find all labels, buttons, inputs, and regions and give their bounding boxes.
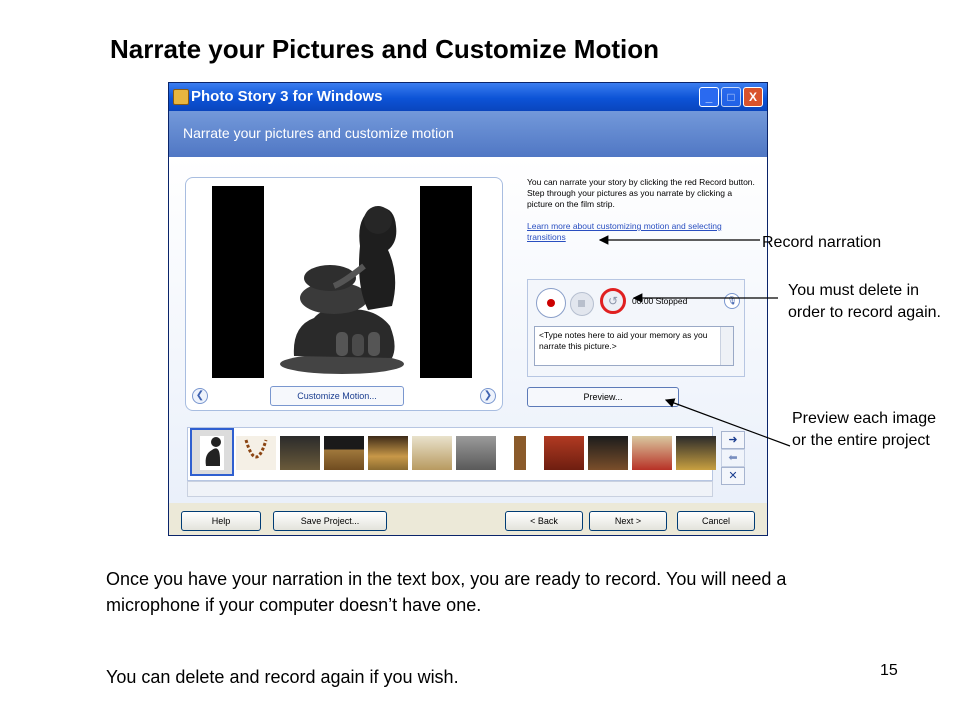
delete-annotation: You must delete in order to record again… [788, 282, 941, 321]
body-paragraph: Once you have your narration in the text… [106, 569, 787, 615]
body-paragraph: You can delete and record again if you w… [106, 667, 459, 687]
page-number: 15 [880, 662, 898, 679]
arrow-to-preview [664, 398, 791, 447]
preview-annotation: Preview each image or the entire project [792, 410, 937, 449]
record-annotation: Record narration [762, 234, 882, 251]
